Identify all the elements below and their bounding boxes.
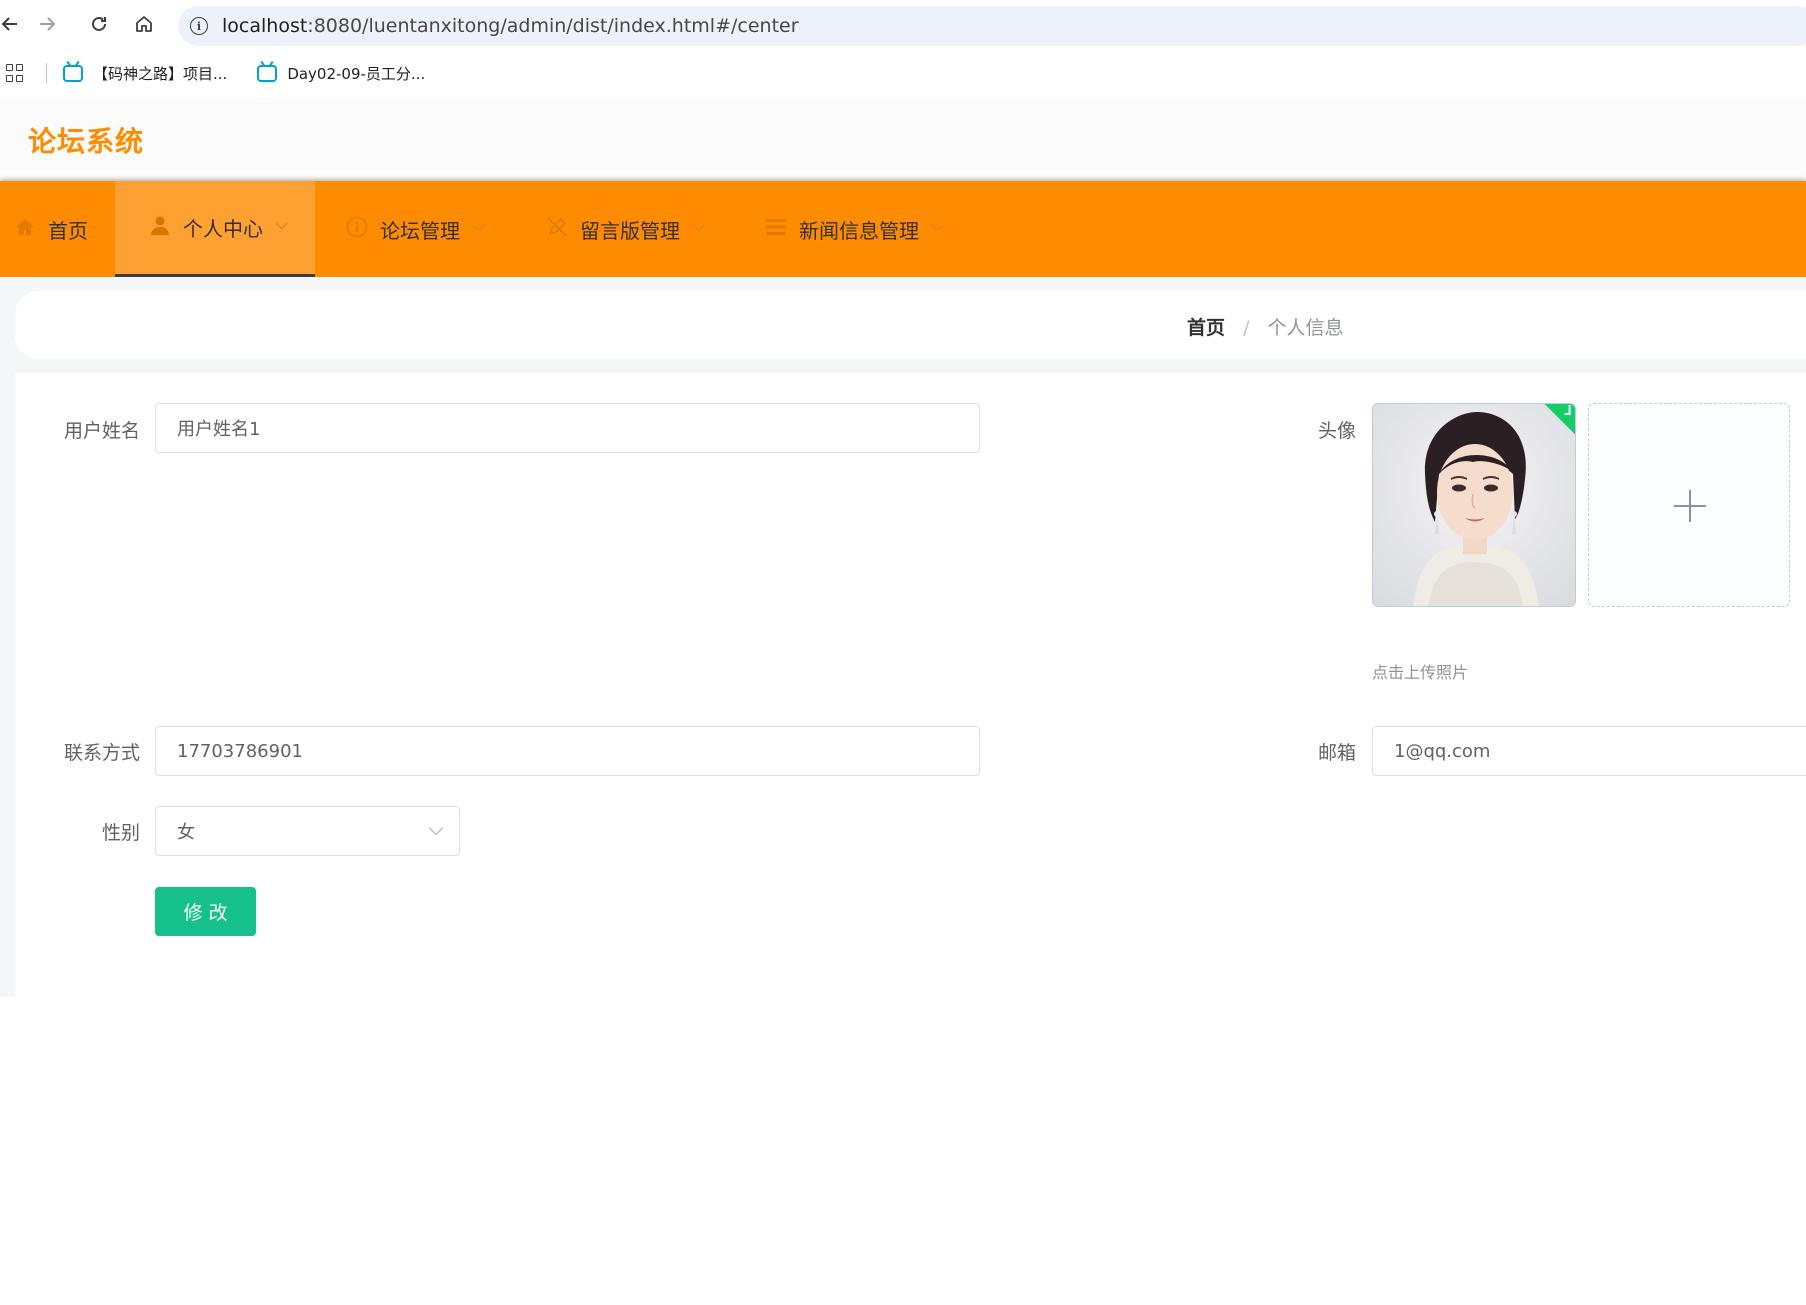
chevron-down-icon [428, 820, 444, 836]
bookmark-item[interactable]: Day02-09-员工分... [257, 63, 425, 84]
top-nav: 首页 个人中心 论坛管理 留言版管理 新闻信息管理 [0, 181, 1806, 277]
chevron-down-icon [931, 218, 944, 232]
chevron-down-icon [275, 217, 288, 230]
phone-input[interactable]: 17703786901 [155, 726, 980, 776]
breadcrumb-bar: 首页 / 个人信息 [15, 291, 1806, 359]
bilibili-tv-icon [257, 64, 278, 82]
chevron-down-icon [472, 218, 485, 232]
bookmark-label: Day02-09-员工分... [287, 64, 426, 83]
bookmark-label: 【码神之路】项目... [93, 64, 228, 83]
username-input[interactable]: 用户姓名1 [155, 403, 980, 453]
list-icon [765, 217, 787, 242]
edit-off-icon [546, 216, 568, 243]
home-icon [14, 217, 36, 241]
back-arrow-icon[interactable] [0, 10, 24, 38]
gender-label: 性别 [101, 822, 140, 844]
nav-item-personal-center[interactable]: 个人中心 [115, 181, 315, 277]
home-page-icon[interactable] [130, 10, 158, 38]
address-bar[interactable]: i localhost:8080/luentanxitong/admin/dis… [178, 6, 1806, 46]
forward-arrow-icon[interactable] [33, 10, 61, 38]
avatar-upload-button[interactable] [1588, 403, 1790, 607]
username-label: 用户姓名 [63, 420, 140, 442]
avatar-photo [1373, 404, 1575, 606]
nav-item-label: 首页 [48, 218, 88, 243]
app-header: 论坛系统 [0, 98, 1806, 181]
breadcrumb-home[interactable]: 首页 [1187, 317, 1225, 339]
bookmark-item[interactable]: 【码神之路】项目... [63, 63, 227, 84]
url-text: localhost:8080/luentanxitong/admin/dist/… [222, 15, 799, 37]
user-icon [149, 215, 171, 240]
nav-item-label: 个人中心 [183, 217, 263, 241]
bookmarks-divider [46, 63, 47, 83]
apps-grid-icon[interactable] [6, 64, 24, 82]
bilibili-tv-icon [63, 64, 83, 82]
email-label: 邮箱 [1317, 742, 1356, 764]
nav-item-label: 新闻信息管理 [799, 218, 919, 243]
app-title: 论坛系统 [28, 125, 145, 158]
nav-item-forum-management[interactable]: 论坛管理 [346, 181, 485, 277]
breadcrumb-separator: / [1243, 317, 1250, 339]
nav-item-label: 论坛管理 [380, 218, 460, 243]
nav-item-message-board-management[interactable]: 留言版管理 [546, 181, 705, 277]
phone-label: 联系方式 [63, 742, 140, 764]
avatar-label: 头像 [1317, 420, 1356, 442]
chevron-down-icon [692, 218, 705, 232]
nav-item-home[interactable]: 首页 [0, 181, 115, 277]
gender-select[interactable]: 女 [155, 806, 460, 856]
update-button[interactable]: 修改 [155, 887, 256, 936]
gender-select-value: 女 [177, 822, 195, 843]
info-icon [346, 216, 368, 243]
breadcrumb-current: 个人信息 [1267, 317, 1344, 339]
browser-toolbar: i localhost:8080/luentanxitong/admin/dis… [0, 0, 1806, 48]
bookmarks-bar: 【码神之路】项目... Day02-09-员工分... [0, 48, 1806, 98]
email-input[interactable]: 1@qq.com [1372, 726, 1806, 776]
plus-icon [1674, 490, 1706, 522]
breadcrumb: 首页 / 个人信息 [1187, 313, 1344, 340]
reload-icon[interactable] [85, 10, 113, 38]
upload-tip: 点击上传照片 [1372, 663, 1469, 682]
nav-item-news-management[interactable]: 新闻信息管理 [765, 181, 944, 277]
site-info-icon[interactable]: i [190, 17, 208, 35]
nav-item-label: 留言版管理 [580, 218, 680, 243]
avatar[interactable] [1372, 403, 1576, 607]
